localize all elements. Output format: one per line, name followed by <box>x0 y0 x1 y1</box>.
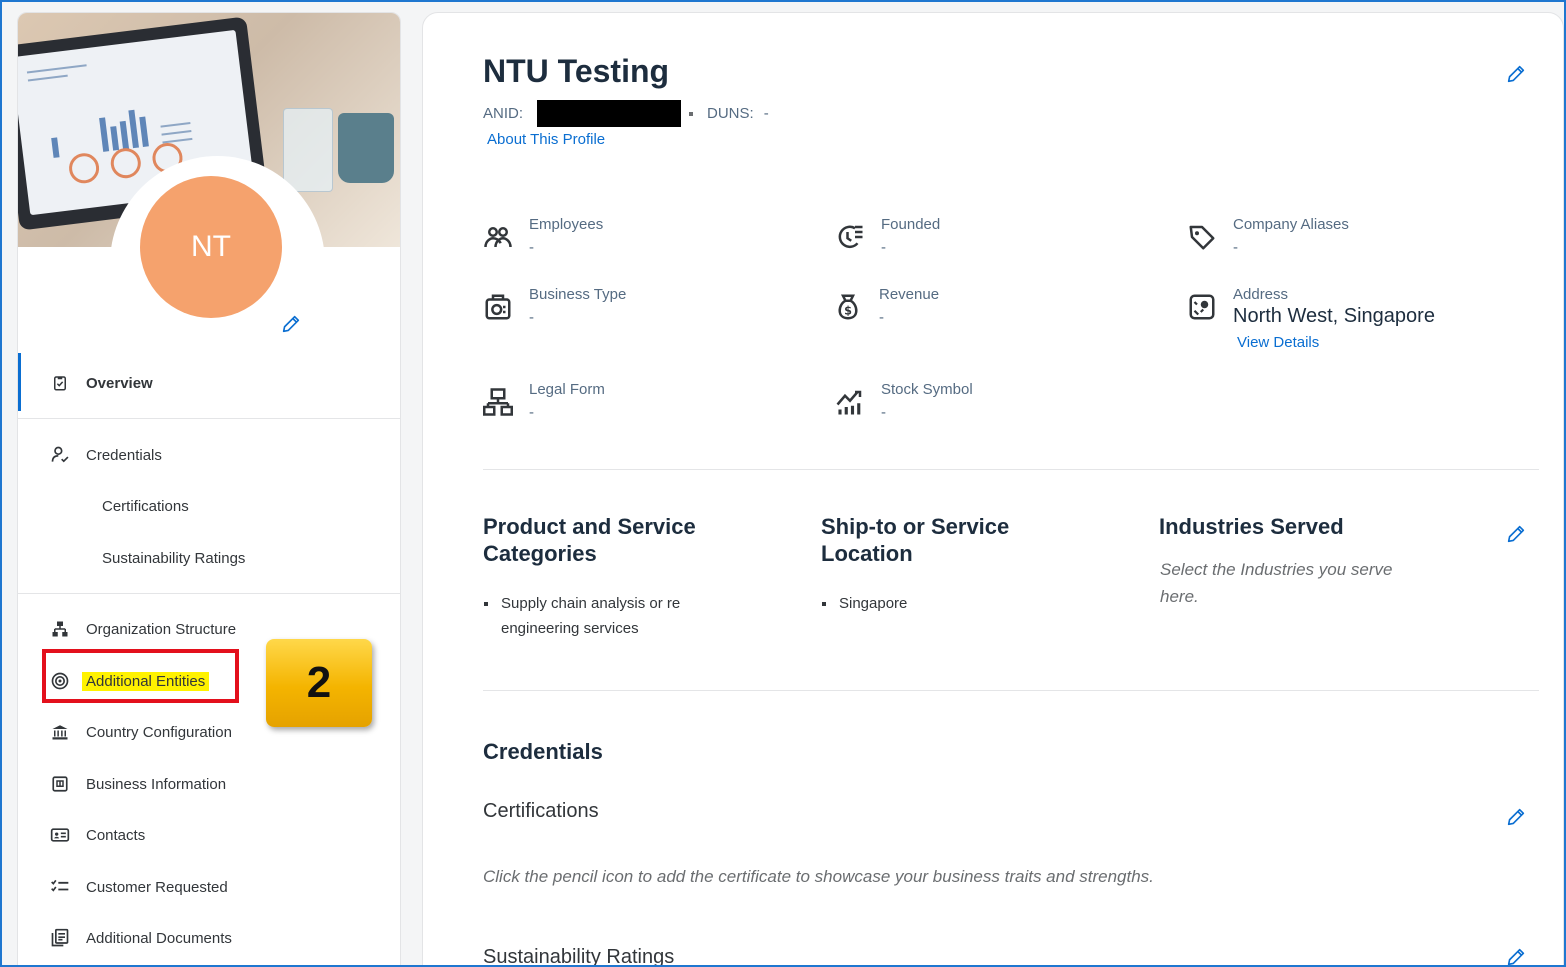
highlight-box <box>42 649 239 703</box>
revenue-value: - <box>879 309 884 326</box>
nav-additional-documents[interactable]: Additional Documents <box>18 918 400 958</box>
nav-sustainability-ratings[interactable]: Sustainability Ratings <box>18 538 400 578</box>
revenue-label: Revenue <box>879 286 940 303</box>
founded-label: Founded <box>881 216 941 233</box>
address-icon <box>1189 294 1215 320</box>
credentials-icon <box>50 445 70 465</box>
anid-label: ANID: <box>483 105 524 122</box>
nav-contacts-label: Contacts <box>86 826 146 844</box>
overview-icon <box>50 373 70 393</box>
org-structure-icon <box>50 619 70 639</box>
ship-to-item: Singapore <box>821 591 907 616</box>
about-profile-link[interactable]: About This Profile <box>487 131 605 148</box>
ship-to-heading: Ship-to or Service Location <box>821 514 1010 566</box>
field-employees: Employees - <box>483 216 603 256</box>
step-badge: 2 <box>266 639 372 727</box>
legal-form-label: Legal Form <box>529 381 605 398</box>
nav-certifications[interactable]: Certifications <box>18 486 400 526</box>
svg-text:$: $ <box>844 305 852 318</box>
id-line: ANID: DUNS: - <box>483 100 769 127</box>
pencil-icon[interactable] <box>1505 523 1527 545</box>
tag-icon <box>1189 225 1215 250</box>
pencil-icon[interactable] <box>1505 946 1527 967</box>
field-address: Address North West, Singapore View Detai… <box>1187 286 1435 351</box>
nav-credentials[interactable]: Credentials <box>18 435 400 475</box>
certifications-heading: Certifications <box>483 800 599 822</box>
field-company-aliases: Company Aliases - <box>1187 216 1349 256</box>
bank-icon <box>50 722 70 742</box>
duns-label: DUNS: <box>707 105 754 122</box>
field-legal-form: Legal Form - <box>483 381 605 421</box>
anid-redacted <box>537 100 682 127</box>
stock-icon <box>836 390 862 415</box>
company-aliases-value: - <box>1233 239 1238 256</box>
field-stock-symbol: Stock Symbol - <box>835 381 973 421</box>
field-business-type: Business Type - <box>483 286 626 326</box>
industries-heading: Industries Served <box>1159 514 1344 539</box>
employees-label: Employees <box>529 216 604 233</box>
checklist-icon <box>50 877 70 897</box>
nav-contacts[interactable]: Contacts <box>18 815 400 855</box>
pencil-icon[interactable] <box>280 313 302 335</box>
credentials-heading: Credentials <box>483 739 603 764</box>
pencil-icon[interactable] <box>1505 63 1527 85</box>
founded-icon <box>838 225 863 249</box>
industries-hint: Select the Industries you serve here. <box>1160 560 1393 606</box>
nav-certifications-label: Certifications <box>102 497 189 515</box>
nav-customer-requested[interactable]: Customer Requested <box>18 867 400 907</box>
revenue-icon: $ <box>838 294 858 320</box>
divider <box>483 469 1539 470</box>
divider <box>483 690 1539 691</box>
view-details-link[interactable]: View Details <box>1237 334 1435 351</box>
company-aliases-label: Company Aliases <box>1233 216 1349 233</box>
field-revenue: $ Revenue - <box>833 286 939 326</box>
nav-additional-documents-label: Additional Documents <box>86 929 232 947</box>
legal-form-value: - <box>529 404 534 421</box>
certifications-hint: Click the pencil icon to add the certifi… <box>483 867 1154 886</box>
contacts-icon <box>50 825 70 845</box>
stock-symbol-value: - <box>881 404 886 421</box>
pencil-icon[interactable] <box>1505 806 1527 828</box>
company-avatar: NT <box>140 176 282 318</box>
nav-business-information[interactable]: Business Information <box>18 764 400 804</box>
sustainability-heading: Sustainability Ratings <box>483 946 675 967</box>
nav-business-info-label: Business Information <box>86 775 227 793</box>
business-info-icon <box>50 774 70 794</box>
nav-org-structure-label: Organization Structure <box>86 620 237 638</box>
business-type-value: - <box>529 309 534 326</box>
address-label: Address <box>1233 286 1289 303</box>
nav-country-config-label: Country Configuration <box>86 723 232 741</box>
app-frame: NT Overview Credentials Certifications S… <box>0 0 1566 967</box>
product-category-item: Supply chain analysis or re engineering s… <box>483 591 680 641</box>
legal-form-icon <box>483 388 513 416</box>
employees-value: - <box>529 239 534 256</box>
nav-overview[interactable]: Overview <box>18 363 400 403</box>
nav-credentials-label: Credentials <box>86 446 162 464</box>
nav-overview-label: Overview <box>86 374 153 392</box>
profile-sidebar: NT Overview Credentials Certifications S… <box>17 12 401 965</box>
page-title: NTU Testing <box>483 53 670 89</box>
duns-value: - <box>763 105 769 122</box>
documents-icon <box>50 928 70 948</box>
business-type-label: Business Type <box>529 286 627 303</box>
product-categories-heading: Product and Service Categories <box>483 514 696 566</box>
profile-main: NTU Testing ANID: DUNS: - About This Pro… <box>422 12 1564 967</box>
nav-sustainability-label: Sustainability Ratings <box>102 549 246 567</box>
stock-symbol-label: Stock Symbol <box>881 381 973 398</box>
nav-customer-requested-label: Customer Requested <box>86 878 228 896</box>
business-type-icon <box>485 294 511 320</box>
employees-icon <box>484 227 512 248</box>
founded-value: - <box>881 239 886 256</box>
field-founded: Founded - <box>835 216 940 256</box>
address-value: North West, Singapore <box>1233 305 1435 327</box>
